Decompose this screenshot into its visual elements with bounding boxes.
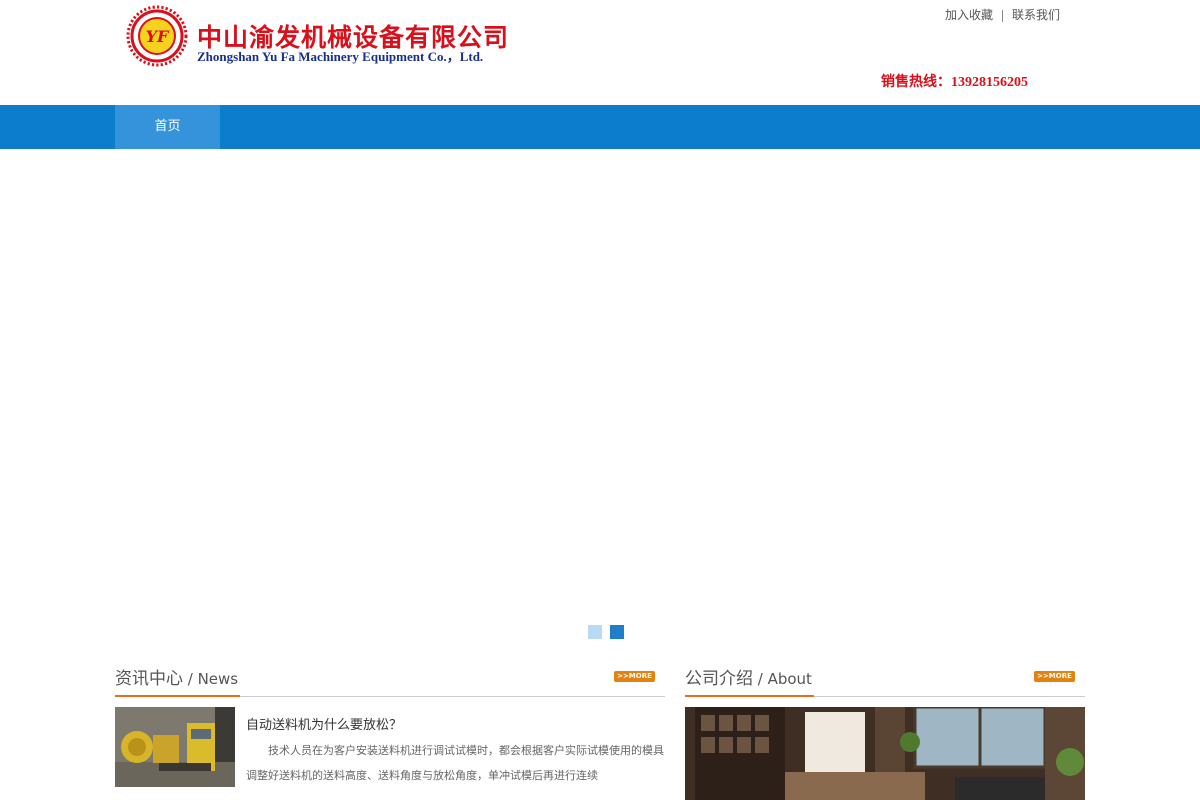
sales-hotline: 销售热线：13928156205 <box>881 75 1028 90</box>
news-item-summary-block: 技术人员在为客户安装送料机进行调试试模时，都会根据客户实际试模使用的模具调整好送… <box>246 738 665 788</box>
news-item-title[interactable]: 自动送料机为什么要放松？ <box>246 714 402 733</box>
gear-logo-icon: YF <box>126 5 188 67</box>
contact-us-link[interactable]: 联系我们 <box>1012 8 1060 22</box>
news-section-title: 资讯中心 / News <box>115 664 241 697</box>
about-more-button[interactable]: >>MORE <box>1034 671 1075 682</box>
news-thumbnail[interactable] <box>115 707 235 787</box>
logo-letters: YF <box>146 27 170 46</box>
news-item-summary: 技术人员在为客户安装送料机进行调试试模时，都会根据客户实际试模使用的模具调整好送… <box>246 744 664 782</box>
link-divider <box>1001 10 1003 22</box>
office-photo-icon <box>685 707 1085 800</box>
company-name-en: Zhongshan Yu Fa Machinery Equipment Co.，… <box>197 49 484 64</box>
about-title-cn: 公司介绍 <box>685 669 753 689</box>
banner-slider <box>0 149 1200 649</box>
news-title-cn: 资讯中心 <box>115 669 183 689</box>
nav-item-home[interactable]: 首页 <box>115 105 220 149</box>
about-office-image[interactable] <box>685 707 1085 800</box>
about-section-title: 公司介绍 / About <box>685 664 814 697</box>
add-favorite-link[interactable]: 加入收藏 <box>945 8 993 22</box>
banner-dot-2[interactable] <box>610 625 624 639</box>
news-more-button[interactable]: >>MORE <box>614 671 655 682</box>
machine-image-icon <box>115 707 235 787</box>
company-logo[interactable]: YF 中山渝发机械设备有限公司 Zhongshan Yu Fa Machiner… <box>125 4 508 68</box>
news-section-header: 资讯中心 / News >>MORE <box>115 664 665 697</box>
main-nav: 首页 <box>0 105 1200 149</box>
about-section-header: 公司介绍 / About >>MORE <box>685 664 1085 697</box>
top-links: 加入收藏 联系我们 <box>945 6 1060 23</box>
banner-dot-1[interactable] <box>588 625 602 639</box>
site-header: YF 中山渝发机械设备有限公司 Zhongshan Yu Fa Machiner… <box>0 0 1200 105</box>
about-title-en: / About <box>753 670 812 688</box>
news-title-en: / News <box>183 670 239 688</box>
